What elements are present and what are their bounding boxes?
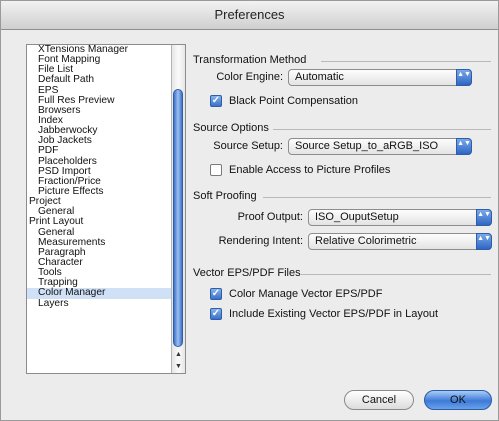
section-divider xyxy=(263,197,491,198)
scroll-down-arrow-icon[interactable]: ▼ xyxy=(172,361,185,373)
section-divider xyxy=(273,129,491,130)
category-list-item[interactable]: Print Layout xyxy=(27,217,173,227)
window-title: Preferences xyxy=(1,1,498,30)
enable-access-checkbox[interactable] xyxy=(210,164,222,176)
source-setup-popup[interactable]: Source Setup_to_aRGB_ISO ▲▼ xyxy=(288,138,472,155)
popup-arrows-icon: ▲▼ xyxy=(456,138,472,155)
soft-proofing-heading: Soft Proofing xyxy=(193,190,257,202)
source-setup-label: Source Setup: xyxy=(213,140,283,152)
proof-output-popup[interactable]: ISO_OuputSetup ▲▼ xyxy=(308,209,492,226)
category-list-item[interactable]: Color Manager xyxy=(27,288,173,299)
transformation-method-heading: Transformation Method xyxy=(193,54,307,66)
color-engine-popup[interactable]: Automatic ▲▼ xyxy=(288,69,472,86)
black-point-checkbox[interactable]: ✓ xyxy=(210,95,222,107)
category-list-items: XTensions Manager Font Mapping File List De… xyxy=(27,45,173,373)
checkmark-icon: ✓ xyxy=(211,95,221,106)
rendering-intent-popup[interactable]: Relative Colorimetric ▲▼ xyxy=(308,233,492,250)
list-scrollbar[interactable]: ▲ ▼ xyxy=(171,45,185,373)
section-divider xyxy=(301,274,491,275)
section-divider xyxy=(321,61,491,62)
scroll-up-arrow-icon[interactable]: ▲ xyxy=(172,349,185,361)
category-list-item[interactable]: Layers xyxy=(27,298,173,309)
rendering-intent-value: Relative Colorimetric xyxy=(315,235,417,247)
rendering-intent-label: Rendering Intent: xyxy=(218,235,303,247)
checkmark-icon: ✓ xyxy=(211,288,221,299)
black-point-label: Black Point Compensation xyxy=(229,95,359,107)
color-engine-value: Automatic xyxy=(295,71,344,83)
include-existing-vector-checkbox[interactable]: ✓ xyxy=(210,308,222,320)
source-setup-value: Source Setup_to_aRGB_ISO xyxy=(295,140,439,152)
cancel-button[interactable]: Cancel xyxy=(344,390,414,410)
vector-files-heading: Vector EPS/PDF Files xyxy=(193,267,301,279)
ok-button[interactable]: OK xyxy=(424,390,492,410)
color-manage-vector-label: Color Manage Vector EPS/PDF xyxy=(229,288,383,300)
color-engine-label: Color Engine: xyxy=(216,71,283,83)
proof-output-label: Proof Output: xyxy=(237,211,303,223)
preferences-window: Preferences XTensions Manager Font Mappin… xyxy=(0,0,499,421)
popup-arrows-icon: ▲▼ xyxy=(456,69,472,86)
checkmark-icon: ✓ xyxy=(211,308,221,319)
preferences-category-list[interactable]: XTensions Manager Font Mapping File List De… xyxy=(26,44,186,374)
enable-access-label: Enable Access to Picture Profiles xyxy=(229,164,391,176)
popup-arrows-icon: ▲▼ xyxy=(476,233,492,250)
proof-output-value: ISO_OuputSetup xyxy=(315,211,399,223)
scrollbar-thumb[interactable] xyxy=(173,89,183,347)
source-options-heading: Source Options xyxy=(193,122,269,134)
color-manage-vector-checkbox[interactable]: ✓ xyxy=(210,288,222,300)
popup-arrows-icon: ▲▼ xyxy=(476,209,492,226)
include-existing-vector-label: Include Existing Vector EPS/PDF in Layou… xyxy=(229,308,439,320)
